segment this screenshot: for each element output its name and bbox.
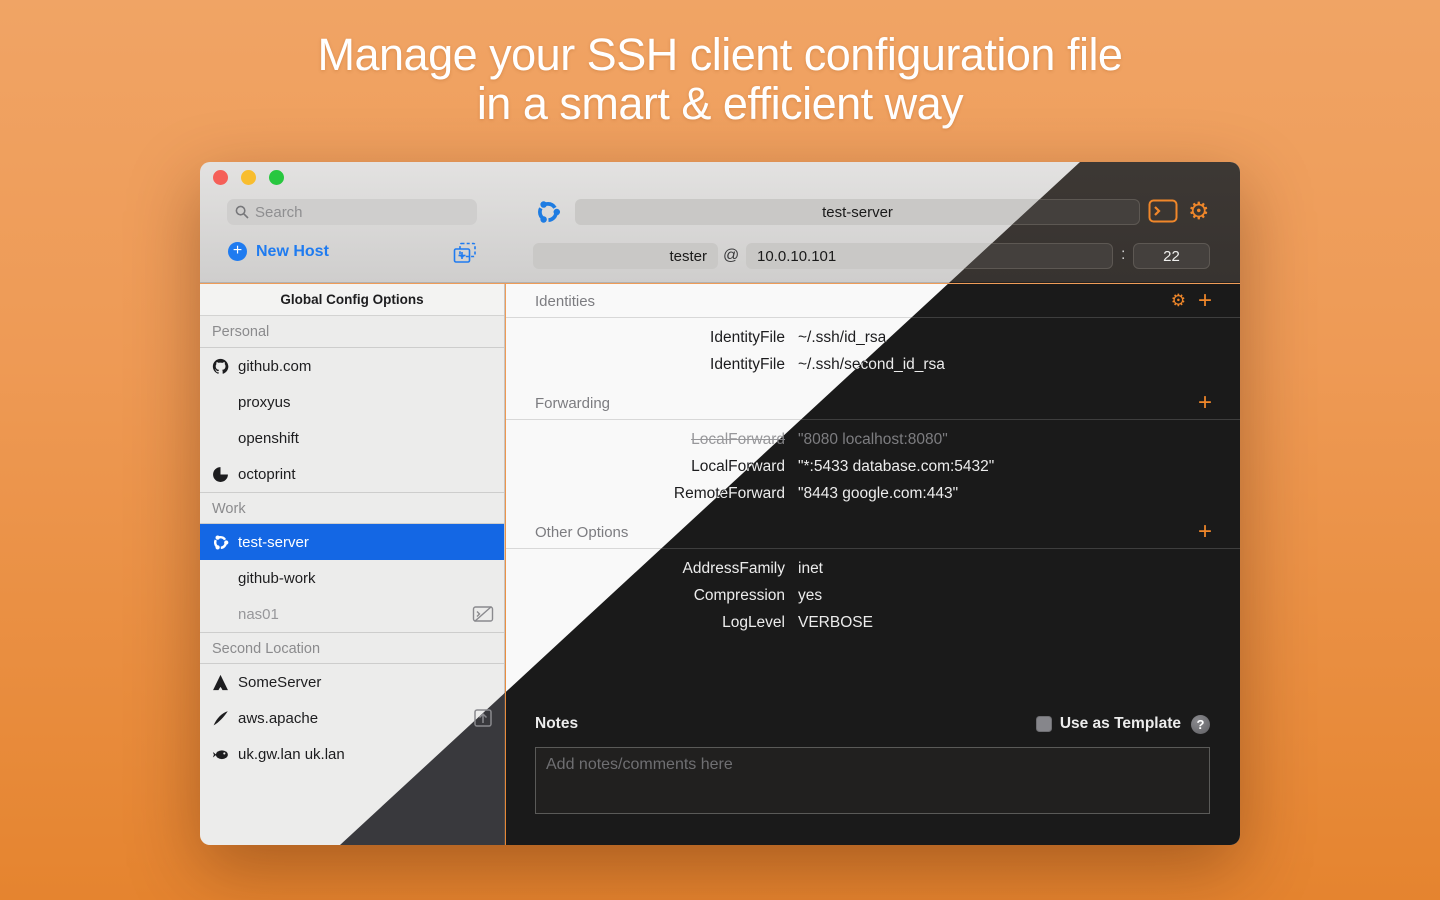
sidebar-item-nas01[interactable]: nas01 (200, 596, 504, 632)
sidebar-section-work: Work (200, 492, 504, 524)
add-identity-button[interactable]: + (1198, 292, 1212, 310)
add-option-button[interactable]: + (1198, 523, 1212, 541)
sidebar-item-github-work[interactable]: github-work (200, 560, 504, 596)
sidebar-item-octoprint[interactable]: octoprint (200, 456, 504, 492)
sidebar-item-label: test-server (238, 534, 309, 551)
section-title: Identities (535, 293, 595, 310)
user-field[interactable] (533, 243, 718, 269)
new-host-label: New Host (256, 243, 329, 261)
global-config-options-item[interactable]: Global Config Options (200, 284, 504, 316)
arch-linux-icon (212, 674, 238, 691)
sidebar-section-personal: Personal (200, 316, 504, 348)
notes-section: Notes Use as Template ? (535, 709, 1210, 819)
sidebar-item-label: uk.gw.lan uk.lan (238, 746, 345, 763)
sidebar-item-label: SomeServer (238, 674, 321, 691)
option-value: yes (785, 587, 822, 605)
at-separator: @ (723, 247, 739, 265)
option-value: "8080 localhost:8080" (785, 431, 948, 449)
option-value: "8443 google.com:443" (785, 485, 958, 503)
traffic-lights (213, 170, 284, 185)
no-icon (212, 570, 238, 587)
sidebar-item-test-server[interactable]: test-server (200, 524, 504, 560)
option-row[interactable]: LogLevel VERBOSE (506, 609, 1240, 636)
notes-textarea[interactable] (535, 747, 1210, 814)
github-icon (212, 358, 238, 375)
octoprint-icon (212, 466, 238, 483)
port-field[interactable] (1133, 243, 1210, 269)
no-icon (212, 394, 238, 411)
option-value: inet (785, 560, 823, 578)
hero-headline: Manage your SSH client configuration fil… (0, 30, 1440, 128)
section-title: Other Options (535, 524, 628, 541)
option-value: VERBOSE (785, 614, 873, 632)
no-icon (212, 606, 238, 623)
ubuntu-icon (212, 534, 238, 551)
add-group-icon[interactable] (453, 242, 477, 264)
section-title: Forwarding (535, 395, 610, 412)
toolbar-icons: ⚙ (1148, 199, 1210, 223)
terminal-disabled-icon (472, 604, 494, 624)
search-field-wrap (227, 199, 477, 225)
sidebar-item-label: proxyus (238, 394, 291, 411)
hero-line-2: in a smart & efficient way (0, 79, 1440, 128)
search-icon (235, 205, 249, 219)
close-button[interactable] (213, 170, 228, 185)
sidebar-section-second-location: Second Location (200, 632, 504, 664)
sidebar-item-label: github-work (238, 570, 316, 587)
option-value: "*:5433 database.com:5432" (785, 458, 994, 476)
minimize-button[interactable] (241, 170, 256, 185)
app-window-stack: + New Host ⚙ @ : Global Config Options (200, 162, 1240, 845)
openbsd-puffer-icon (212, 746, 238, 763)
colon-separator: : (1121, 246, 1125, 264)
use-as-template-checkbox[interactable] (1036, 716, 1052, 732)
ubuntu-icon (535, 199, 561, 225)
open-terminal-button[interactable] (1148, 199, 1178, 223)
option-key: IdentityFile (506, 329, 785, 347)
option-key: LocalForward (506, 458, 785, 476)
zoom-button[interactable] (269, 170, 284, 185)
hero-line-1: Manage your SSH client configuration fil… (0, 30, 1440, 79)
sidebar-item-label: openshift (238, 430, 299, 447)
sidebar-item-github[interactable]: github.com (200, 348, 504, 384)
sidebar-item-label: aws.apache (238, 710, 318, 727)
sidebar-item-aws-apache[interactable]: aws.apache (200, 700, 504, 736)
sidebar-item-someserver[interactable]: SomeServer (200, 664, 504, 700)
sidebar-item-label: nas01 (238, 606, 279, 623)
plus-circle-icon: + (228, 242, 247, 261)
no-icon (212, 430, 238, 447)
settings-button[interactable]: ⚙ (1188, 199, 1210, 223)
sidebar-item-proxyus[interactable]: proxyus (200, 384, 504, 420)
sidebar-item-label: octoprint (238, 466, 296, 483)
new-host-button[interactable]: + New Host (228, 242, 329, 261)
option-value: ~/.ssh/id_rsa (785, 329, 886, 347)
help-icon[interactable]: ? (1191, 715, 1210, 734)
search-input[interactable] (227, 199, 477, 225)
notes-label: Notes (535, 715, 578, 733)
option-key: IdentityFile (506, 356, 785, 374)
sidebar-item-label: github.com (238, 358, 311, 375)
sidebar-item-openshift[interactable]: openshift (200, 420, 504, 456)
apache-feather-icon (212, 710, 238, 727)
option-key: LocalForward (506, 431, 785, 449)
use-as-template-label: Use as Template (1060, 715, 1181, 733)
add-forwarding-button[interactable]: + (1198, 394, 1212, 412)
identities-manage-icon[interactable]: ⚙ (1171, 293, 1186, 310)
